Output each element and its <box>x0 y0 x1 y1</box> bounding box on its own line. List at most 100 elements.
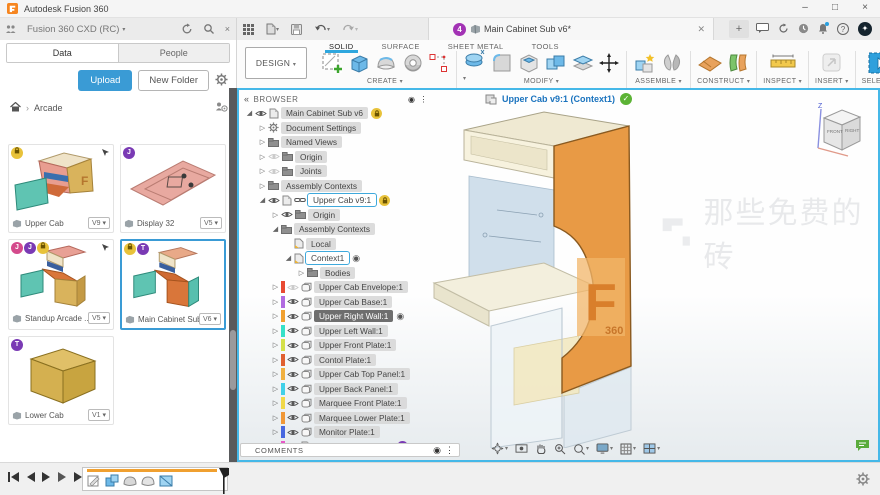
file-card-lower-cab[interactable]: T Lower Cab V1 ▾ <box>8 336 114 425</box>
tree-item-label[interactable]: Upper Back Panel:1 <box>314 383 398 395</box>
collapse-arrow-icon[interactable]: ▷ <box>270 211 281 219</box>
user-avatar[interactable]: ✦ <box>858 22 872 36</box>
collapse-arrow-icon[interactable]: ▷ <box>270 370 281 378</box>
live-chat-icon[interactable] <box>855 439 870 454</box>
tree-item-label[interactable]: Origin <box>295 151 327 163</box>
collapse-arrow-icon[interactable]: ▷ <box>257 182 268 190</box>
workspace-name[interactable]: Fusion 360 CXD (RC) <box>27 24 119 35</box>
collapse-arrow-icon[interactable]: ▷ <box>270 283 281 291</box>
tree-item-label[interactable]: Marquee Lower Plate:1 <box>314 412 410 424</box>
close-tab-icon[interactable]: ✕ <box>697 24 705 35</box>
construct-axis-icon[interactable] <box>726 51 750 77</box>
save-icon[interactable] <box>291 24 302 35</box>
browser-tree-item[interactable]: ▷Named Views <box>242 135 428 150</box>
upload-button[interactable]: Upload <box>78 70 132 91</box>
timeline-feature-body[interactable] <box>159 474 173 490</box>
version-dropdown[interactable]: V1 ▾ <box>88 409 110 421</box>
tree-item-label[interactable]: Named Views <box>281 136 342 148</box>
tree-item-label[interactable]: Monitor Plate:1 <box>314 426 380 438</box>
collapse-browser-icon[interactable]: « <box>244 94 250 104</box>
expand-arrow-icon[interactable]: ◢ <box>244 109 255 117</box>
pipe-sketch-icon[interactable] <box>428 51 450 77</box>
tree-item-label[interactable]: Context1 <box>306 252 349 264</box>
browser-tree-item[interactable]: ▷ Origin <box>242 208 428 223</box>
notifications-bell-icon[interactable] <box>818 23 828 36</box>
tree-item-label[interactable]: Document Settings <box>281 122 361 134</box>
timeline-feature-sketch[interactable] <box>87 474 101 490</box>
collapse-arrow-icon[interactable]: ▷ <box>270 298 281 306</box>
fillet-icon[interactable] <box>490 51 514 77</box>
eye-icon[interactable] <box>287 428 299 437</box>
display-settings-icon[interactable]: ▾ <box>596 443 613 454</box>
eye-icon[interactable] <box>287 399 299 408</box>
tree-item-label[interactable]: Assembly Contexts <box>294 223 375 235</box>
zoom-icon[interactable] <box>554 443 566 455</box>
collapse-arrow-icon[interactable]: ▷ <box>270 312 281 320</box>
collapse-arrow-icon[interactable]: ▷ <box>257 153 268 161</box>
browser-tree-item[interactable]: ▷ Assembly Contexts <box>242 179 428 194</box>
version-dropdown[interactable]: V5 ▾ <box>200 217 222 229</box>
close-panel-icon[interactable]: × <box>225 24 230 34</box>
eye-icon[interactable] <box>287 384 299 393</box>
collapse-arrow-icon[interactable]: ▷ <box>270 399 281 407</box>
browser-tree-item[interactable]: ▷ Contol Plate:1 <box>242 353 428 368</box>
new-document-icon[interactable]: ▾ <box>266 23 279 35</box>
pan-icon[interactable] <box>535 443 547 455</box>
kebab-menu-icon[interactable]: ⋮ <box>420 95 429 104</box>
eye-off-icon[interactable] <box>268 152 280 161</box>
offset-face-icon[interactable] <box>571 51 595 77</box>
tree-item-label[interactable]: Origin <box>308 209 340 221</box>
tab-data[interactable]: Data <box>7 44 119 62</box>
select-icon[interactable] <box>866 50 880 78</box>
inspect-group-label[interactable]: INSPECT ▾ <box>763 78 802 85</box>
eye-icon[interactable] <box>281 210 293 219</box>
tree-item-label[interactable]: Upper Cab Base:1 <box>314 296 392 308</box>
expand-arrow-icon[interactable]: ◢ <box>257 196 268 204</box>
revolve-icon[interactable] <box>401 51 425 77</box>
browser-tree-item[interactable]: ▷Joints <box>242 164 428 179</box>
new-tab-button[interactable]: + <box>729 20 749 38</box>
file-card-main-cabinet-sub[interactable]: T Main Cabinet Sub V6 ▾ <box>120 239 226 330</box>
browser-tree-item[interactable]: ▷Bodies <box>242 266 428 281</box>
redo-icon[interactable]: ▾ <box>342 24 358 34</box>
browser-tree-item[interactable]: ▷Document Settings <box>242 121 428 136</box>
browser-tree-item[interactable]: ▷Marquee Lower Plate:1 <box>242 411 428 426</box>
timeline-step-forward-button[interactable] <box>58 471 67 485</box>
collapse-arrow-icon[interactable]: ▷ <box>270 356 281 364</box>
viewport-canvas[interactable]: Upper Cab v9:1 (Context1) ✓ 那些免费的砖 <box>237 88 880 462</box>
refresh-icon[interactable] <box>181 23 193 35</box>
kebab-menu-icon[interactable]: ⋮ <box>445 445 454 456</box>
fit-icon[interactable]: ▾ <box>573 443 589 455</box>
tree-item-label[interactable]: Contol Plate:1 <box>314 354 376 366</box>
browser-tree-item[interactable]: ◢Upper Cab v9:1 <box>242 193 428 208</box>
job-status-icon[interactable] <box>756 23 769 35</box>
tree-item-label[interactable]: Upper Front Plate:1 <box>314 339 396 351</box>
collapse-arrow-icon[interactable]: ▷ <box>270 428 281 436</box>
browser-tree-item[interactable]: ▷ Monitor Plate:1 <box>242 425 428 440</box>
scrollbar-thumb[interactable] <box>230 330 236 390</box>
modify-group-label[interactable]: MODIFY ▾ <box>524 78 559 85</box>
tree-item-label[interactable]: Assembly Contexts <box>281 180 362 192</box>
browser-tree-item[interactable]: ◢Assembly Contexts <box>242 222 428 237</box>
measure-icon[interactable] <box>769 53 797 75</box>
tree-item-label[interactable]: Local <box>306 238 336 250</box>
insert-icon[interactable] <box>820 51 844 77</box>
chevron-down-icon[interactable]: ▾ <box>122 26 125 33</box>
construct-plane-icon[interactable] <box>697 51 723 77</box>
joint-icon[interactable] <box>660 51 684 77</box>
eye-icon[interactable] <box>287 341 299 350</box>
undo-icon[interactable]: ▾ <box>314 24 330 34</box>
collapse-arrow-icon[interactable]: ▷ <box>270 341 281 349</box>
eye-off-icon[interactable] <box>268 167 280 176</box>
clock-icon[interactable] <box>798 23 809 36</box>
tree-item-label[interactable]: Upper Cab Envelope:1 <box>314 281 408 293</box>
tab-people[interactable]: People <box>119 44 230 62</box>
combine-icon[interactable] <box>544 51 568 77</box>
workspace-selector-button[interactable]: DESIGN ▾ <box>245 47 307 79</box>
eye-icon[interactable] <box>287 297 299 306</box>
browser-tree-item[interactable]: ▷Upper Left Wall:1 <box>242 324 428 339</box>
timeline-go-start-button[interactable] <box>8 471 19 485</box>
record-icon[interactable]: ◉ <box>408 95 415 104</box>
search-icon[interactable] <box>203 23 215 35</box>
browser-tree-item[interactable]: ▷Marquee Front Plate:1 <box>242 396 428 411</box>
